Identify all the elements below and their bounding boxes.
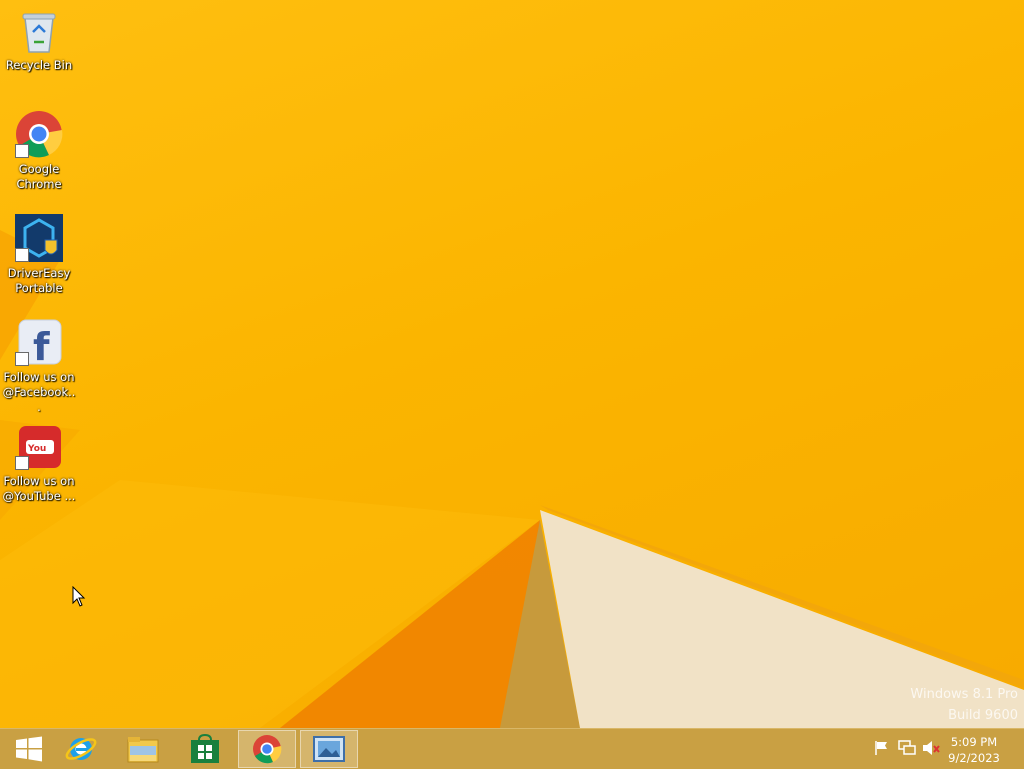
network-icon[interactable] xyxy=(898,740,916,756)
desktop-icon-label: Google Chrome xyxy=(16,162,62,191)
watermark-edition: Windows 8.1 Pro xyxy=(910,687,1018,702)
shortcut-arrow-icon xyxy=(15,456,29,470)
mouse-cursor-icon xyxy=(72,586,86,607)
taskbar-chrome[interactable] xyxy=(238,730,296,768)
desktop-icon-drivereasy[interactable]: DriverEasy Portable xyxy=(2,214,76,296)
desktop-icon-label: Follow us on @Facebook... xyxy=(2,370,76,414)
svg-text:f: f xyxy=(33,325,50,366)
volume-muted-icon[interactable] xyxy=(922,740,940,756)
file-explorer-icon xyxy=(127,737,159,763)
taskbar-store[interactable] xyxy=(176,730,234,768)
shortcut-arrow-icon xyxy=(15,248,29,262)
taskbar-file-explorer[interactable] xyxy=(114,730,172,768)
system-clock[interactable]: 5:09 PM 9/2/2023 xyxy=(944,734,1004,766)
desktop-icon-label: Recycle Bin xyxy=(5,58,73,72)
desktop-icon-label: DriverEasy Portable xyxy=(7,266,71,295)
svg-text:You: You xyxy=(27,444,46,454)
flag-icon[interactable] xyxy=(874,740,890,756)
chrome-icon xyxy=(15,110,63,158)
store-icon xyxy=(191,734,219,763)
recycle-bin-icon xyxy=(15,6,63,54)
start-icon xyxy=(16,736,42,762)
watermark-build: Build 9600 xyxy=(948,708,1018,723)
taskbar-internet-explorer[interactable] xyxy=(52,730,110,768)
shortcut-arrow-icon xyxy=(15,352,29,366)
desktop-icon-facebook[interactable]: f Follow us on @Facebook... xyxy=(2,318,76,415)
facebook-icon: f xyxy=(15,318,63,369)
internet-explorer-icon xyxy=(65,738,97,760)
desktop-icon-google-chrome[interactable]: Google Chrome xyxy=(2,110,76,192)
shortcut-arrow-icon xyxy=(15,144,29,158)
windows-watermark: Windows 8.1 Pro Build 9600 xyxy=(910,684,1018,726)
desktop-icon-label: Follow us on @YouTube ... xyxy=(2,474,76,503)
clock-time: 5:09 PM xyxy=(950,735,998,749)
drivereasy-icon xyxy=(15,214,63,262)
taskbar-photos[interactable] xyxy=(300,730,358,768)
taskbar: 5:09 PM 9/2/2023 xyxy=(0,728,1024,769)
youtube-icon: You xyxy=(15,422,63,470)
start-button[interactable] xyxy=(0,730,58,768)
desktop-icon-recycle-bin[interactable]: Recycle Bin xyxy=(2,6,76,73)
wallpaper xyxy=(0,230,1024,728)
photos-icon xyxy=(313,736,345,762)
chrome-icon xyxy=(253,735,282,764)
clock-date: 9/2/2023 xyxy=(948,751,1000,765)
desktop-icon-youtube[interactable]: You Follow us on @YouTube ... xyxy=(2,422,76,504)
desktop[interactable]: Recycle Bin Google Chrome DriverEasy Por… xyxy=(0,0,1024,728)
